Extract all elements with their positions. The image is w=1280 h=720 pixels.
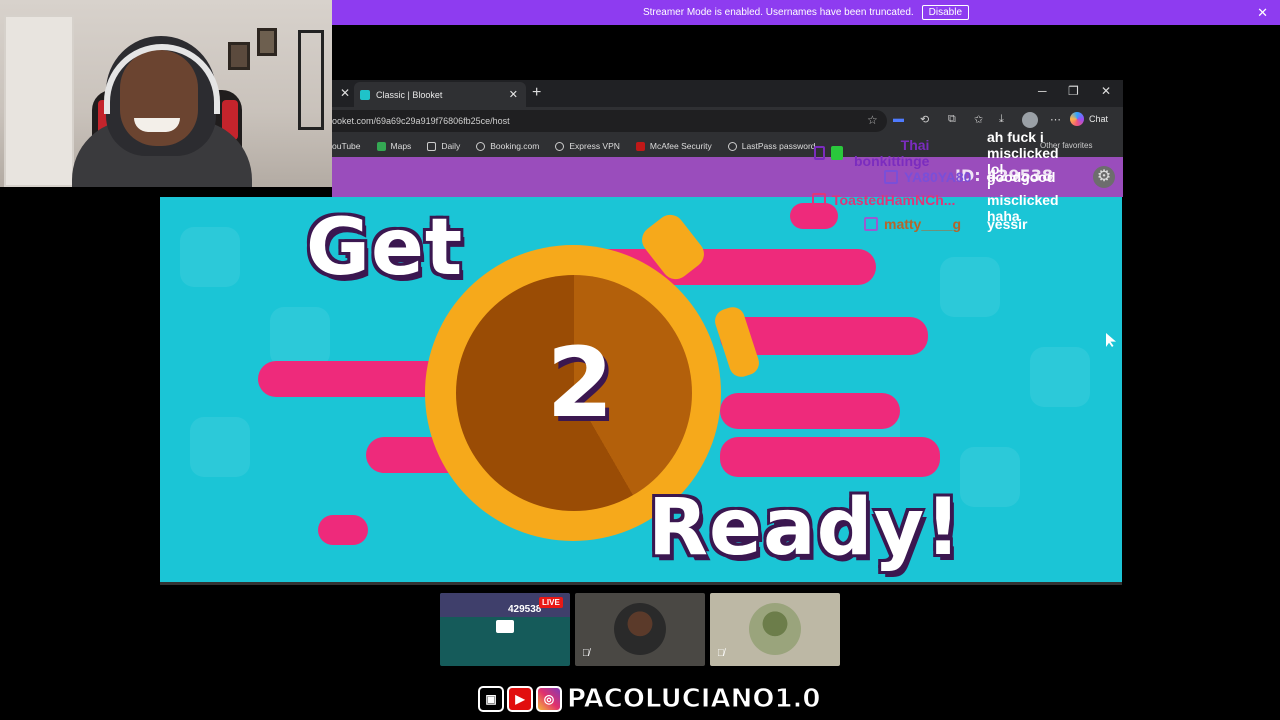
webcam-picture-frame (228, 42, 250, 70)
bookmark-label: LastPass password (741, 141, 816, 151)
chat-text: ah fuck i misclicked lol (987, 129, 1059, 177)
participant-avatar (614, 603, 666, 655)
profile-avatar[interactable] (1022, 112, 1038, 128)
favorites-icon[interactable]: ✩ (974, 113, 983, 126)
chat-text: i misclicked haha (987, 176, 1059, 224)
twitch-icon (812, 193, 826, 207)
get-text: Get (306, 203, 464, 293)
webcam-shelf (298, 30, 324, 130)
mic-muted-icon: 🎙̸ (717, 648, 725, 659)
new-tab-button[interactable]: + (532, 84, 541, 102)
chat-username: Thai bonkittinge (854, 137, 930, 169)
bookmark-label: ouTube (332, 141, 361, 151)
copilot-chat-button[interactable]: Chat (1070, 112, 1108, 126)
split-screen-icon[interactable]: ⧉ (948, 113, 956, 126)
webcam-feed (0, 0, 332, 187)
tile-number: 429538 (508, 604, 542, 615)
streamer-mode-banner: Streamer Mode is enabled. Usernames have… (332, 0, 1280, 25)
chat-message: Thai bonkittinge (814, 137, 929, 169)
maps-icon (376, 141, 386, 151)
participant-tile[interactable]: 🎙̸ (575, 593, 705, 666)
chat-text: yessir (987, 216, 1028, 232)
mcafee-icon (635, 141, 645, 151)
bookmark-daily[interactable]: Daily (427, 141, 460, 151)
bookmark-booking[interactable]: Booking.com (476, 141, 539, 151)
background-pattern (960, 447, 1020, 507)
chat-message: YA80YA80 (884, 167, 971, 187)
bookmark-mcafee[interactable]: McAfee Security (635, 141, 712, 151)
window-close-button[interactable]: ✕ (1101, 84, 1111, 98)
twitch-icon (814, 146, 826, 160)
live-badge: LIVE (539, 597, 563, 608)
pink-streak (720, 393, 900, 429)
globe-icon (555, 141, 565, 151)
bookmark-label: McAfee Security (649, 141, 712, 151)
more-menu-icon[interactable]: ⋯ (1050, 113, 1061, 126)
url-text: ooket.com/69a69c29a919f76806fb25ce/host (332, 116, 510, 126)
folder-icon (427, 141, 437, 151)
close-icon[interactable]: ✕ (1257, 5, 1268, 21)
tab-title: Classic | Blooket (376, 89, 443, 100)
twitch-icon (884, 170, 898, 184)
disable-button[interactable]: Disable (921, 5, 970, 20)
instagram-icon: ◎ (536, 686, 562, 712)
participant-tile[interactable]: 🎙̸ (710, 593, 840, 666)
tab-blooket[interactable]: Classic | Blooket ✕ (354, 82, 526, 107)
globe-icon (476, 141, 486, 151)
screen-share-icon (496, 620, 514, 633)
badge-icon (831, 146, 843, 160)
screen: Streamer Mode is enabled. Usernames have… (0, 0, 1280, 720)
background-pattern (270, 307, 330, 367)
copilot-icon (1070, 112, 1084, 126)
bookmark-label: Maps (390, 141, 412, 151)
background-pattern (1030, 347, 1090, 407)
webcam-door (4, 15, 74, 187)
bookmark-lastpass[interactable]: LastPass password (727, 141, 816, 151)
webcam-person-smile (134, 118, 180, 132)
bookmark-maps[interactable]: Maps (376, 141, 412, 151)
bookmark-label: Booking.com (490, 141, 540, 151)
url-field[interactable]: ooket.com/69a69c29a919f76806fb25ce/host (332, 110, 887, 132)
countdown-number: 2 (546, 327, 614, 439)
pink-streak (318, 515, 368, 545)
bookmark-expressvpn[interactable]: Express VPN (555, 141, 620, 151)
favorite-star-icon[interactable]: ☆ (867, 113, 878, 127)
tab-close-icon[interactable]: ✕ (509, 88, 518, 101)
participant-avatar (749, 603, 801, 655)
ready-text: Ready! (648, 483, 962, 573)
download-icon[interactable]: ⤓ (999, 113, 1004, 126)
webcam-picture-frame (257, 28, 277, 56)
social-handle-bar: ▣ ▶ ◎ PACOLUCIANO1.0 (478, 682, 821, 716)
extensions-puzzle-icon[interactable]: ⟲ (920, 113, 929, 126)
restore-button[interactable]: ❐ (1068, 84, 1079, 98)
blooket-favicon-icon (360, 89, 370, 100)
bookmark-youtube[interactable]: ouTube (332, 141, 361, 151)
background-pattern (180, 227, 240, 287)
bookmark-label: Daily (441, 141, 461, 151)
game-countdown-screen: 2 Get Ready! (160, 197, 1122, 585)
extension-icon[interactable]: ▬ (893, 113, 904, 125)
chat-username: matty____g (884, 216, 962, 232)
streamer-handle: PACOLUCIANO1.0 (567, 684, 822, 715)
mic-muted-icon: 🎙̸ (582, 648, 590, 659)
chat-username: ToastedHamNCh... (832, 192, 956, 208)
background-pattern (940, 257, 1000, 317)
chat-message: matty____g (864, 214, 961, 234)
chat-label: Chat (1089, 114, 1109, 124)
background-pattern (190, 417, 250, 477)
banner-text: Streamer Mode is enabled. Usernames have… (642, 7, 914, 18)
globe-icon (727, 141, 737, 151)
previous-tab-close-icon[interactable]: ✕ (340, 86, 350, 100)
chat-username: YA80YA80 (904, 169, 972, 185)
pink-streak (720, 437, 940, 477)
twitch-icon: ▣ (478, 686, 504, 712)
youtube-icon: ▶ (507, 686, 533, 712)
chat-message: ToastedHamNCh... (812, 190, 955, 210)
settings-gear-icon[interactable]: ⚙ (1093, 166, 1115, 188)
twitch-icon (864, 217, 878, 231)
bookmark-label: Express VPN (569, 141, 620, 151)
minimize-button[interactable]: ─ (1038, 84, 1047, 98)
